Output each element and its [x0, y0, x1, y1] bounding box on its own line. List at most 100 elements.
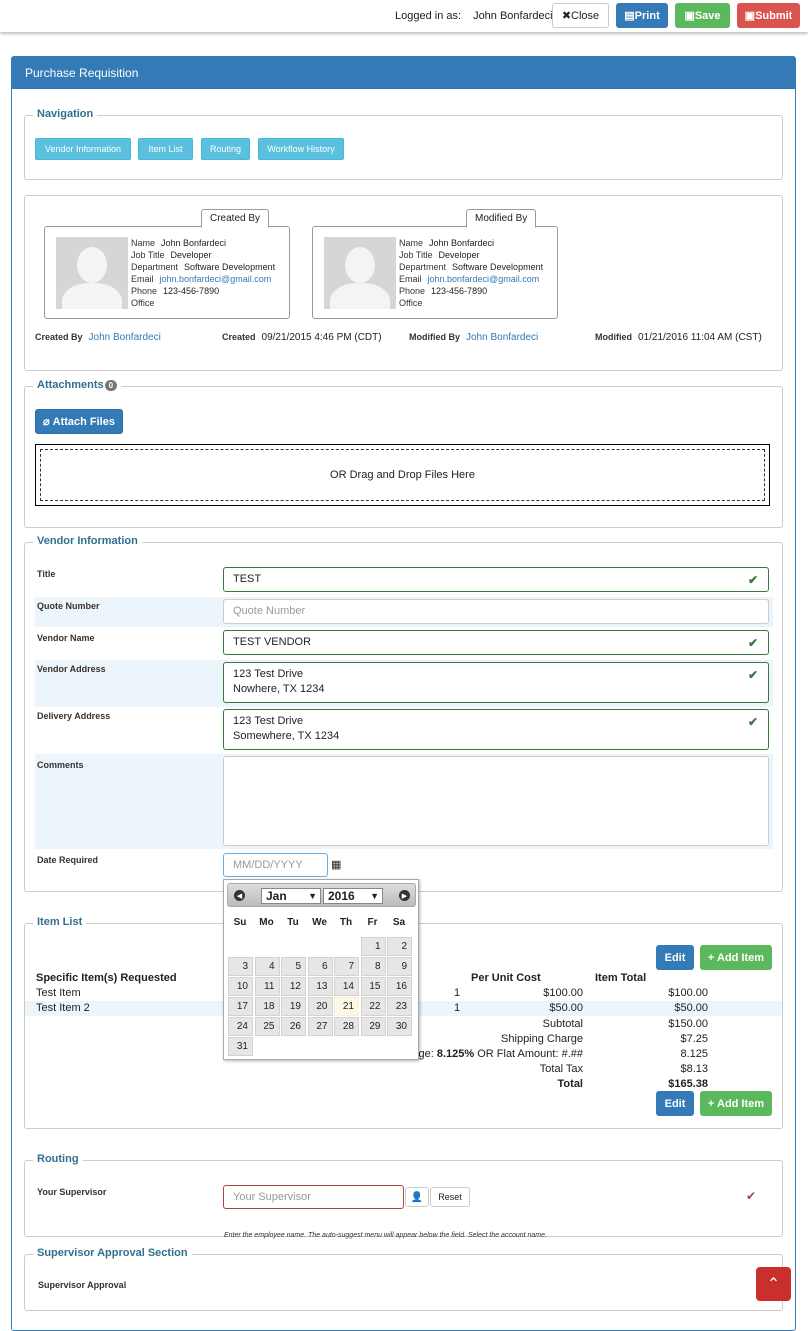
calendar-day[interactable]: 18	[254, 997, 280, 1016]
print-button[interactable]: ▤ Print	[616, 3, 668, 28]
calendar-day[interactable]: 15	[360, 977, 386, 996]
comments-textarea[interactable]	[223, 756, 769, 846]
top-toolbar: Logged in as: John Bonfardeci ✖ Close ▤ Pri…	[0, 0, 808, 32]
year-select[interactable]: 2016 ▼	[323, 888, 383, 904]
calendar-day[interactable]: 3	[228, 957, 253, 976]
title-input[interactable]: TEST ✔	[223, 567, 769, 592]
calendar-day[interactable]: 5	[281, 957, 306, 976]
add-item-button[interactable]: + Add Item	[700, 945, 772, 970]
prev-month-icon[interactable]: ◀	[234, 890, 245, 901]
col-item-header: Specific Item(s) Requested	[36, 972, 177, 984]
vendor-name-value: TEST VENDOR	[233, 636, 312, 648]
supervisor-label: Your Supervisor	[37, 1187, 107, 1197]
created-by-tab: Created By	[201, 209, 270, 228]
calendar-day[interactable]: 11	[254, 977, 280, 996]
item-unit-cost: $100.00	[543, 987, 583, 999]
print-icon: ▤	[624, 10, 635, 22]
office-label: Office	[131, 298, 155, 308]
close-button[interactable]: ✖ Close	[552, 3, 609, 28]
job-title-label: Job Title	[399, 250, 433, 260]
nav-vendor-information[interactable]: Vendor Information	[35, 138, 131, 160]
quote-number-label: Quote Number	[37, 601, 100, 611]
day-of-week-label: Su	[233, 917, 247, 928]
created-meta: Created 09/21/2015 4:46 PM (CDT)	[222, 332, 382, 343]
add-item-button[interactable]: + Add Item	[700, 1091, 772, 1116]
calendar-day[interactable]: 21	[334, 997, 359, 1016]
quote-number-input[interactable]: Quote Number	[223, 599, 769, 624]
calendar-day[interactable]: 13	[307, 977, 333, 996]
day-of-week-label: We	[312, 917, 327, 928]
created-email-link[interactable]: john.bonfardeci@gmail.com	[160, 274, 272, 284]
tax-rate-label: age: 8.125% OR Flat Amount: #.##	[412, 1048, 583, 1060]
day-of-week-label: Tu	[287, 917, 299, 928]
calendar-day[interactable]: 25	[254, 1017, 280, 1036]
tax-rate-value: 8.125	[680, 1048, 708, 1060]
delivery-address-textarea[interactable]: 123 Test Drive Somewhere, TX 1234 ✔	[223, 709, 769, 750]
created-job-title: Developer	[170, 250, 212, 260]
month-select[interactable]: Jan ▼	[261, 888, 321, 904]
calendar-day[interactable]: 2	[387, 937, 412, 956]
calendar-day[interactable]: 8	[360, 957, 386, 976]
calendar-day[interactable]: 10	[228, 977, 253, 996]
person-icon[interactable]: 👤	[405, 1187, 429, 1207]
calendar-day[interactable]: 28	[334, 1017, 359, 1036]
nav-workflow-history[interactable]: Workflow History	[258, 138, 344, 160]
drop-zone[interactable]: OR Drag and Drop Files Here	[35, 444, 770, 506]
calendar-icon[interactable]: ▦	[331, 858, 341, 871]
nav-item-list[interactable]: Item List	[138, 138, 193, 160]
calendar-day[interactable]: 29	[360, 1017, 386, 1036]
calendar-day[interactable]: 23	[387, 997, 412, 1016]
vendor-address-row: Vendor Address 123 Test Drive Nowhere, TX…	[35, 660, 773, 707]
delivery-address-label: Delivery Address	[37, 711, 111, 721]
calendar-day[interactable]: 27	[307, 1017, 333, 1036]
nav-routing[interactable]: Routing	[201, 138, 250, 160]
day-of-week-label: Sa	[392, 917, 406, 928]
calendar-day[interactable]: 17	[228, 997, 253, 1016]
title-value: TEST	[233, 573, 262, 585]
calendar-day[interactable]: 16	[387, 977, 412, 996]
edit-button[interactable]: Edit	[656, 945, 694, 970]
vendor-name-input[interactable]: TEST VENDOR ✔	[223, 630, 769, 655]
drop-zone-text: OR Drag and Drop Files Here	[40, 449, 765, 501]
calendar-day[interactable]: 26	[281, 1017, 306, 1036]
modified-by-link[interactable]: John Bonfardeci	[466, 332, 538, 343]
calendar-day[interactable]: 20	[307, 997, 333, 1016]
paperclip-icon: ⌀	[43, 416, 50, 428]
chevron-down-icon: ▼	[370, 891, 379, 901]
modified-name: John Bonfardeci	[429, 238, 495, 248]
modified-email-link[interactable]: john.bonfardeci@gmail.com	[428, 274, 540, 284]
submit-button[interactable]: ▣ Submit	[737, 3, 800, 28]
calendar-day[interactable]: 14	[334, 977, 359, 996]
edit-button[interactable]: Edit	[656, 1091, 694, 1116]
calendar-day[interactable]: 7	[334, 957, 359, 976]
created-by-link[interactable]: John Bonfardeci	[89, 332, 161, 343]
supervisor-input[interactable]: Your Supervisor	[223, 1185, 404, 1209]
item-qty: 1	[454, 1002, 461, 1014]
calendar-day[interactable]: 19	[281, 997, 306, 1016]
calendar-day[interactable]: 30	[387, 1017, 412, 1036]
navigation-section: Navigation Vendor Information Item List …	[24, 108, 783, 180]
calendar-day[interactable]: 9	[387, 957, 412, 976]
scroll-to-top-button[interactable]: ⌃	[756, 1267, 791, 1301]
vendor-address-textarea[interactable]: 123 Test Drive Nowhere, TX 1234 ✔	[223, 662, 769, 703]
comments-row: Comments	[35, 754, 773, 849]
created-by-label: Created By	[35, 332, 83, 342]
attach-files-button[interactable]: ⌀ Attach Files	[35, 409, 123, 434]
print-label: Print	[634, 9, 660, 22]
calendar-day[interactable]: 22	[360, 997, 386, 1016]
calendar-day[interactable]: 1	[360, 937, 386, 956]
calendar-day[interactable]: 24	[228, 1017, 253, 1036]
modified-date: 01/21/2016 11:04 AM (CST)	[638, 332, 762, 343]
calendar-day[interactable]: 12	[281, 977, 306, 996]
calendar-day[interactable]: 4	[254, 957, 280, 976]
check-icon: ✔	[747, 573, 758, 587]
save-button[interactable]: ▣ Save	[675, 3, 730, 28]
calendar-day[interactable]: 6	[307, 957, 333, 976]
day-of-week-label: Fr	[367, 917, 378, 928]
calendar-day[interactable]: 31	[228, 1037, 253, 1056]
reset-button[interactable]: Reset	[430, 1187, 470, 1207]
created-label: Created	[222, 332, 256, 342]
date-required-input[interactable]: MM/DD/YYYY	[223, 853, 328, 877]
avatar	[56, 237, 128, 309]
next-month-icon[interactable]: ▶	[399, 890, 410, 901]
